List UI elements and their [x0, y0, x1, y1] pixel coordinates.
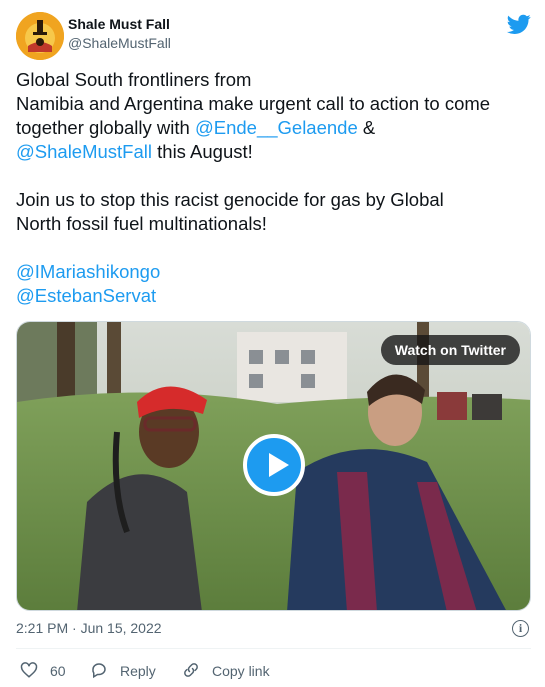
- mention-link-shalemustfall[interactable]: @ShaleMustFall: [16, 141, 152, 162]
- tweet-line: Join us to stop this racist genocide for…: [16, 189, 444, 210]
- tweet-embed-card: Shale Must Fall @ShaleMustFall Global So…: [0, 0, 545, 687]
- timestamp-link[interactable]: 2:21 PM · Jun 15, 2022: [16, 620, 162, 636]
- divider: [16, 648, 531, 649]
- tweet-line: @ShaleMustFall this August!: [16, 140, 531, 164]
- video-thumbnail[interactable]: Watch on Twitter: [16, 321, 531, 611]
- reply-button[interactable]: Reply: [90, 660, 156, 682]
- mention-link-imariashikongo[interactable]: @IMariashikongo: [16, 260, 531, 284]
- tweet-text-segment: this August!: [152, 141, 253, 162]
- account-name[interactable]: Shale Must Fall: [68, 16, 170, 32]
- tweet-meta: 2:21 PM · Jun 15, 2022 i: [16, 620, 531, 640]
- avatar[interactable]: [16, 12, 64, 60]
- like-button[interactable]: 60: [20, 660, 66, 682]
- tweet-text-segment: &: [357, 117, 376, 138]
- like-count: 60: [50, 663, 66, 679]
- tweet-header: Shale Must Fall @ShaleMustFall: [16, 12, 531, 60]
- twitter-bird-icon[interactable]: [507, 12, 531, 36]
- tweet-line: Global South frontliners from: [16, 69, 252, 90]
- mention-link-estebanservat[interactable]: @EstebanServat: [16, 284, 531, 308]
- watch-on-twitter-button[interactable]: Watch on Twitter: [380, 335, 520, 365]
- tweet-text-segment: together globally with: [16, 117, 195, 138]
- tweet-line: Namibia and Argentina make urgent call t…: [16, 93, 491, 114]
- copy-link-label: Copy link: [212, 663, 270, 679]
- reply-label: Reply: [120, 663, 156, 679]
- info-icon[interactable]: i: [512, 620, 529, 637]
- mention-link-ende-gelaende[interactable]: @Ende__Gelaende: [195, 117, 358, 138]
- account-handle[interactable]: @ShaleMustFall: [68, 35, 171, 51]
- copy-link-button[interactable]: Copy link: [182, 660, 270, 682]
- reply-icon: [90, 661, 108, 682]
- tweet-line: North fossil fuel multinationals!: [16, 213, 267, 234]
- tweet-line: together globally with @Ende__Gelaende &: [16, 116, 531, 140]
- tweet-text: Global South frontliners from Namibia an…: [16, 68, 531, 308]
- play-icon[interactable]: [243, 434, 305, 496]
- heart-icon: [20, 661, 38, 682]
- link-icon: [182, 661, 200, 682]
